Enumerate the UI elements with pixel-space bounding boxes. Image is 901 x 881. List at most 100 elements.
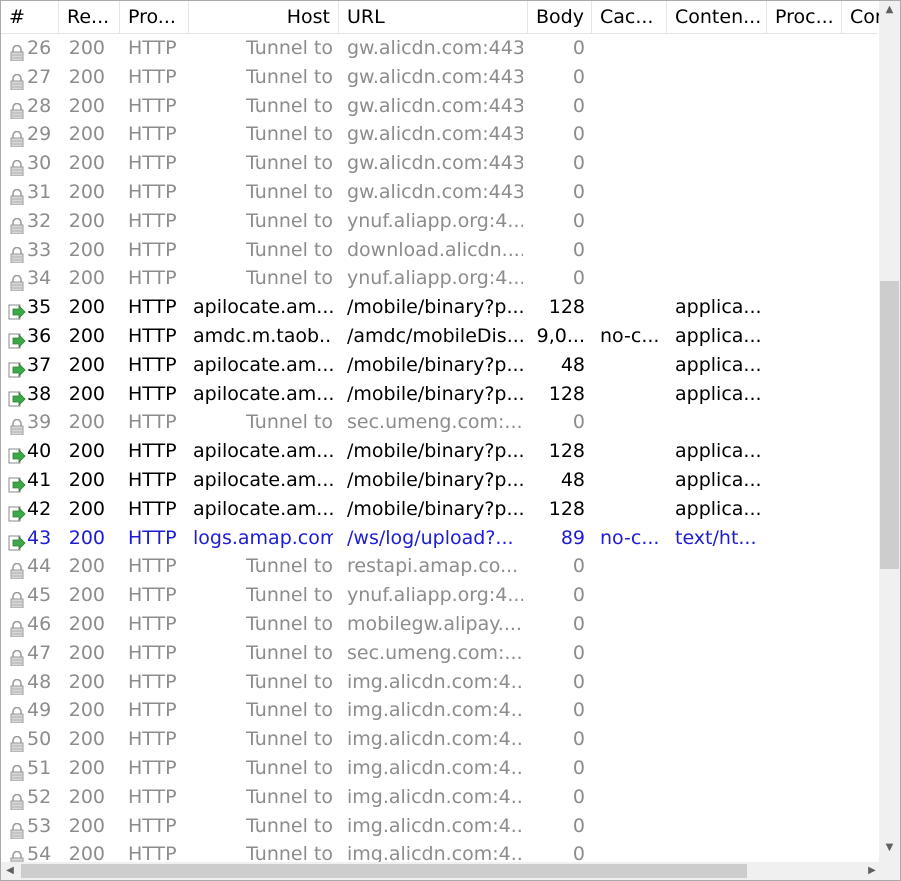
row-body: 0	[572, 123, 585, 146]
row-caching: no-c...	[600, 324, 660, 347]
session-row[interactable]: 30 200 HTTP Tunnel to gw.alicdn.com:443 0	[1, 149, 878, 178]
row-protocol: HTTP	[128, 353, 177, 376]
session-row[interactable]: 47 200 HTTP Tunnel to sec.umeng.com:... 0	[1, 639, 878, 668]
session-row[interactable]: 34 200 HTTP Tunnel to ynuf.aliapp.org:4... 0	[1, 264, 878, 293]
session-row[interactable]: 41 200 HTTP apilocate.am... /mobile/binary?p…	[1, 466, 878, 495]
request-arrow-icon	[8, 502, 26, 522]
vertical-scroll-thumb[interactable]	[880, 281, 899, 569]
session-row[interactable]: 40 200 HTTP apilocate.am... /mobile/binary?p…	[1, 437, 878, 466]
row-number: 29	[27, 123, 52, 146]
session-row[interactable]: 38 200 HTTP apilocate.am... /mobile/binary?p…	[1, 380, 878, 409]
row-host: Tunnel to	[246, 785, 333, 808]
column-header-body[interactable]: Body	[528, 1, 592, 33]
column-header-number[interactable]: #	[1, 1, 59, 33]
row-url: restapi.amap.co...	[347, 555, 519, 578]
session-row[interactable]: 54 200 HTTP Tunnel to img.alicdn.com:4... 0	[1, 840, 878, 862]
session-row[interactable]: 46 200 HTTP Tunnel to mobilegw.alipay.... 0	[1, 610, 878, 639]
lock-icon	[8, 559, 26, 580]
row-protocol: HTTP	[128, 180, 177, 203]
row-number: 48	[27, 670, 52, 693]
scroll-right-arrow-icon[interactable]: ▶	[863, 862, 881, 880]
session-row[interactable]: 36 200 HTTP amdc.m.taob... /amdc/mobileDis..…	[1, 322, 878, 351]
row-protocol: HTTP	[128, 65, 177, 88]
lock-icon	[8, 127, 26, 148]
lock-icon	[8, 185, 26, 206]
session-row[interactable]: 50 200 HTTP Tunnel to img.alicdn.com:4... 0	[1, 725, 878, 754]
row-result: 200	[68, 65, 105, 88]
session-row[interactable]: 35 200 HTTP apilocate.am... /mobile/binary?p…	[1, 293, 878, 322]
row-protocol: HTTP	[128, 296, 177, 319]
row-protocol: HTTP	[128, 584, 177, 607]
scroll-down-arrow-icon[interactable]: ▼	[879, 839, 900, 856]
lock-icon	[8, 70, 26, 91]
row-result: 200	[68, 497, 105, 520]
row-url: /mobile/binary?p...	[347, 440, 523, 463]
column-header-url[interactable]: URL	[339, 1, 528, 33]
row-protocol: HTTP	[128, 756, 177, 779]
scroll-up-arrow-icon[interactable]: ▲	[879, 1, 900, 18]
session-row[interactable]: 44 200 HTTP Tunnel to restapi.amap.co... 0	[1, 552, 878, 581]
row-number: 50	[27, 728, 52, 751]
row-protocol: HTTP	[128, 612, 177, 635]
session-row[interactable]: 48 200 HTTP Tunnel to img.alicdn.com:4... 0	[1, 668, 878, 697]
column-header-result[interactable]: Re...	[59, 1, 120, 33]
row-host: Tunnel to	[246, 584, 333, 607]
lock-icon	[8, 790, 26, 811]
row-host: apilocate.am...	[193, 497, 333, 520]
row-url: gw.alicdn.com:443	[347, 65, 523, 88]
request-arrow-icon	[8, 444, 26, 464]
row-url: img.alicdn.com:4...	[347, 785, 523, 808]
session-row[interactable]: 42 200 HTTP apilocate.am... /mobile/binary?p…	[1, 495, 878, 524]
lock-icon	[8, 646, 26, 667]
session-row[interactable]: 33 200 HTTP Tunnel to download.alicdn.... 0	[1, 236, 878, 265]
scroll-left-arrow-icon[interactable]: ◀	[1, 862, 19, 880]
row-host: Tunnel to	[246, 37, 333, 59]
session-row[interactable]: 52 200 HTTP Tunnel to img.alicdn.com:4... 0	[1, 783, 878, 812]
session-row[interactable]: 26 200 HTTP Tunnel to gw.alicdn.com:443 0	[1, 34, 878, 63]
session-row[interactable]: 49 200 HTTP Tunnel to img.alicdn.com:4... 0	[1, 696, 878, 725]
row-number: 36	[27, 324, 52, 347]
row-url: download.alicdn....	[347, 238, 523, 261]
session-row[interactable]: 32 200 HTTP Tunnel to ynuf.aliapp.org:4... 0	[1, 207, 878, 236]
row-host: Tunnel to	[246, 209, 333, 232]
row-body: 0	[572, 641, 585, 664]
row-host: Tunnel to	[246, 843, 333, 862]
row-url: gw.alicdn.com:443	[347, 180, 523, 203]
row-result: 200	[68, 785, 105, 808]
row-result: 200	[68, 584, 105, 607]
row-number: 41	[27, 468, 52, 491]
row-content-type: applica...	[675, 296, 762, 319]
session-row[interactable]: 37 200 HTTP apilocate.am... /mobile/binary?p…	[1, 351, 878, 380]
column-header-host[interactable]: Host	[189, 1, 339, 33]
row-url: /mobile/binary?p...	[347, 497, 523, 520]
row-url: ynuf.aliapp.org:4...	[347, 584, 523, 607]
row-result: 200	[68, 353, 105, 376]
row-number: 47	[27, 641, 52, 664]
column-header-content-type[interactable]: Conten...	[667, 1, 767, 33]
session-row[interactable]: 45 200 HTTP Tunnel to ynuf.aliapp.org:4... 0	[1, 581, 878, 610]
session-row[interactable]: 31 200 HTTP Tunnel to gw.alicdn.com:443 0	[1, 178, 878, 207]
horizontal-scroll-thumb[interactable]	[21, 864, 747, 878]
session-row[interactable]: 53 200 HTTP Tunnel to img.alicdn.com:4... 0	[1, 812, 878, 841]
session-row[interactable]: 39 200 HTTP Tunnel to sec.umeng.com:... 0	[1, 408, 878, 437]
row-protocol: HTTP	[128, 555, 177, 578]
session-row[interactable]: 28 200 HTTP Tunnel to gw.alicdn.com:443 0	[1, 92, 878, 121]
row-host: Tunnel to	[246, 94, 333, 117]
row-url: ynuf.aliapp.org:4...	[347, 209, 523, 232]
row-content-type: text/ht...	[675, 526, 757, 549]
session-row[interactable]: 29 200 HTTP Tunnel to gw.alicdn.com:443 0	[1, 120, 878, 149]
vertical-scrollbar[interactable]: ▲ ▼	[879, 1, 900, 862]
column-header-protocol[interactable]: Pro...	[120, 1, 189, 33]
row-url: gw.alicdn.com:443	[347, 152, 523, 175]
row-content-type: applica...	[675, 497, 762, 520]
column-header-caching[interactable]: Cac...	[592, 1, 667, 33]
horizontal-scrollbar[interactable]: ◀ ▶	[1, 862, 900, 880]
column-header-process[interactable]: Proc...	[767, 1, 842, 33]
row-protocol: HTTP	[128, 785, 177, 808]
session-row[interactable]: 27 200 HTTP Tunnel to gw.alicdn.com:443 0	[1, 63, 878, 92]
row-url: img.alicdn.com:4...	[347, 843, 523, 862]
lock-icon	[8, 415, 26, 436]
session-row[interactable]: 51 200 HTTP Tunnel to img.alicdn.com:4... 0	[1, 754, 878, 783]
session-row[interactable]: 43 200 HTTP logs.amap.com/ws/log/upload?...…	[1, 524, 878, 553]
session-rows: 26 200 HTTP Tunnel to gw.alicdn.com:443 0 27 20…	[1, 34, 878, 862]
